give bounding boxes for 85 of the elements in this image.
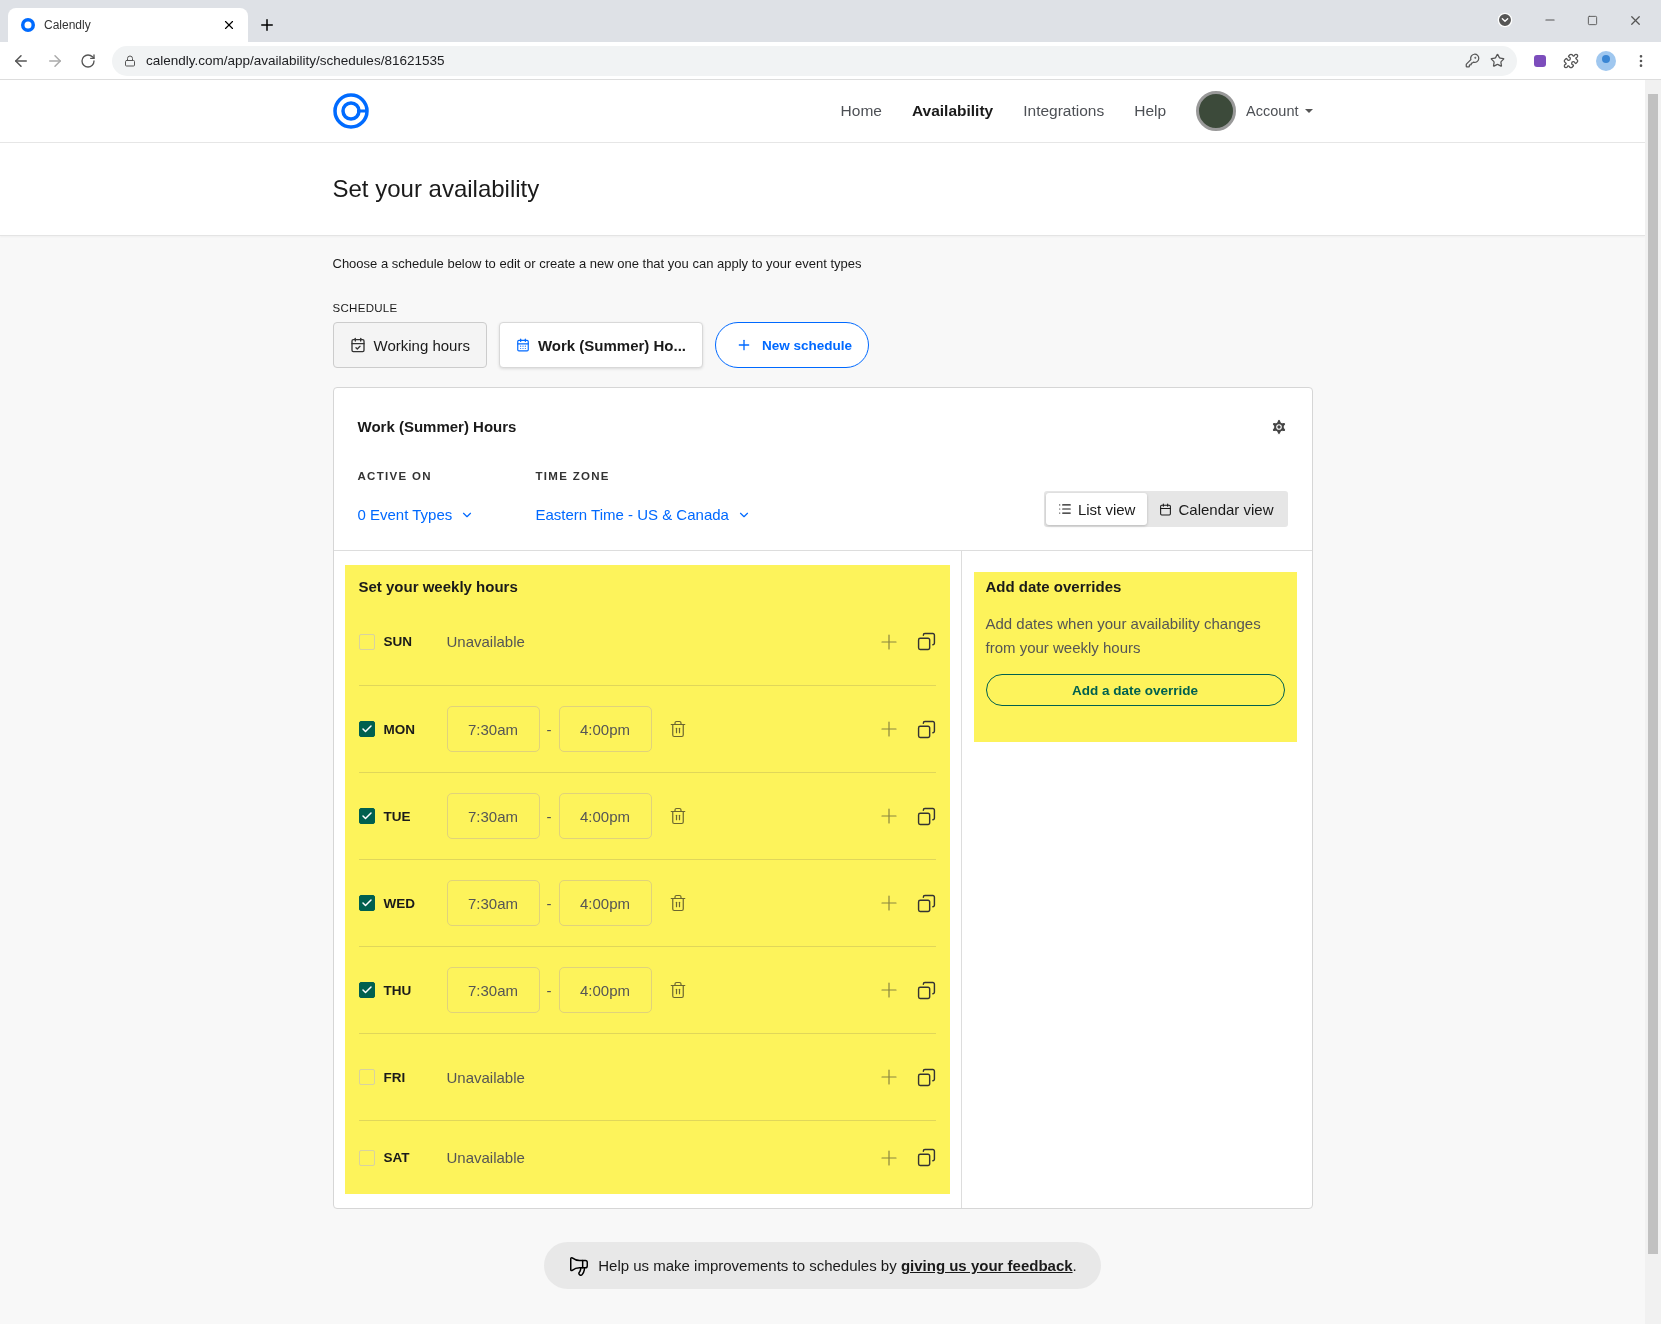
copy-icon[interactable]: [916, 806, 936, 826]
copy-icon[interactable]: [916, 980, 936, 1000]
dash: -: [545, 981, 553, 999]
list-icon: [1057, 502, 1072, 516]
day-label: THU: [383, 982, 413, 998]
megaphone-icon: [568, 1254, 591, 1277]
view-toggle[interactable]: Calendar view: [1147, 493, 1286, 525]
scrollbar[interactable]: [1645, 80, 1661, 1324]
close-icon[interactable]: [222, 18, 236, 32]
day-label: WED: [383, 895, 416, 911]
status-text: Unavailable: [446, 1068, 525, 1086]
calendar-check-icon: [349, 337, 366, 353]
feedback-link[interactable]: giving us your feedback: [900, 1257, 1073, 1274]
address-bar[interactable]: calendly.com/app/availability/schedules/81621535: [112, 45, 1517, 76]
start-time-field[interactable]: 7:30am: [446, 880, 540, 926]
calendar-icon: [515, 338, 530, 352]
extensions-icon[interactable]: [1563, 52, 1579, 69]
day-label: FRI: [383, 1069, 407, 1085]
day-label: MON: [383, 721, 416, 737]
checkbox[interactable]: [358, 721, 375, 737]
check-icon: [360, 897, 373, 909]
copy-icon[interactable]: [916, 632, 936, 651]
nav-link[interactable]: Availability: [911, 102, 994, 120]
overrides-text: Add dates when your availability changes from your weekly hours: [985, 614, 1262, 658]
field-label: TIME ZONE: [535, 470, 611, 482]
page-title: Set your availability: [332, 175, 540, 203]
end-time-field[interactable]: 4:00pm: [558, 880, 652, 926]
start-time-field[interactable]: 7:30am: [446, 793, 540, 839]
checkbox[interactable]: [358, 895, 375, 911]
end-time-field[interactable]: 4:00pm: [558, 967, 652, 1013]
favicon: [20, 17, 36, 33]
trash-icon[interactable]: [668, 807, 687, 825]
copy-icon[interactable]: [916, 719, 936, 739]
status-text: Unavailable: [446, 1149, 525, 1166]
feedback-text: Help us make improvements to schedules by giving us your feedback.: [598, 1257, 1077, 1274]
section-label: SCHEDULE: [332, 302, 399, 314]
check-icon: [360, 810, 373, 822]
panel-title: Set your weekly hours: [358, 577, 519, 597]
browser-tab[interactable]: Calendly: [8, 8, 248, 42]
logo: [332, 93, 369, 129]
schedule-title: Work (Summer) Hours: [357, 418, 518, 437]
copy-icon[interactable]: [916, 1148, 936, 1167]
new-schedule-button[interactable]: New schedule: [715, 322, 870, 368]
copy-icon[interactable]: [916, 1067, 936, 1087]
reload-icon[interactable]: [80, 52, 96, 69]
dash: -: [545, 720, 553, 738]
profile-icon[interactable]: [1595, 49, 1617, 72]
calendar-icon: [1159, 502, 1173, 516]
check-icon: [360, 984, 373, 996]
day-label: TUE: [383, 808, 412, 824]
end-time-field[interactable]: 4:00pm: [558, 706, 652, 752]
panel-title: Add date overrides: [985, 578, 1123, 595]
new-tab-icon[interactable]: [258, 16, 276, 34]
copy-icon[interactable]: [916, 893, 936, 913]
dash: -: [545, 894, 553, 912]
nav-link[interactable]: Home: [840, 102, 882, 120]
schedule-tab[interactable]: Working hours: [332, 322, 487, 368]
trash-icon[interactable]: [668, 894, 687, 912]
account-menu[interactable]: Account: [1246, 103, 1313, 119]
day-label: SAT: [383, 1150, 411, 1165]
event-types-dropdown[interactable]: 0 Event Types: [357, 506, 536, 523]
trash-icon[interactable]: [668, 720, 687, 738]
trash-icon[interactable]: [668, 981, 687, 999]
intro-text: Choose a schedule below to edit or create a new one that you can apply to your event types: [332, 256, 863, 271]
settings-icon[interactable]: [1269, 418, 1288, 436]
dash: -: [545, 807, 553, 825]
view-toggle[interactable]: List view: [1045, 493, 1148, 525]
start-time-field[interactable]: 7:30am: [446, 706, 540, 752]
end-time-field[interactable]: 4:00pm: [558, 793, 652, 839]
checkbox[interactable]: [358, 982, 375, 998]
check-icon: [360, 723, 373, 735]
plus-icon: [736, 337, 752, 353]
checkbox[interactable]: [358, 808, 375, 824]
maximize-icon[interactable]: [1587, 14, 1598, 26]
nav-link[interactable]: Integrations: [1023, 102, 1105, 120]
schedule-tab[interactable]: Work (Summer) Ho...: [498, 322, 703, 368]
tab-search-icon[interactable]: [1497, 12, 1513, 28]
status-text: Unavailable: [446, 633, 525, 650]
time-zone-dropdown[interactable]: Eastern Time - US & Canada: [535, 506, 1044, 523]
extension-icon[interactable]: [1533, 52, 1547, 69]
day-label: SUN: [383, 634, 413, 649]
nav-link[interactable]: Help: [1134, 102, 1167, 120]
start-time-field[interactable]: 7:30am: [446, 967, 540, 1013]
avatar[interactable]: [1196, 91, 1237, 131]
field-label: ACTIVE ON: [357, 470, 433, 482]
